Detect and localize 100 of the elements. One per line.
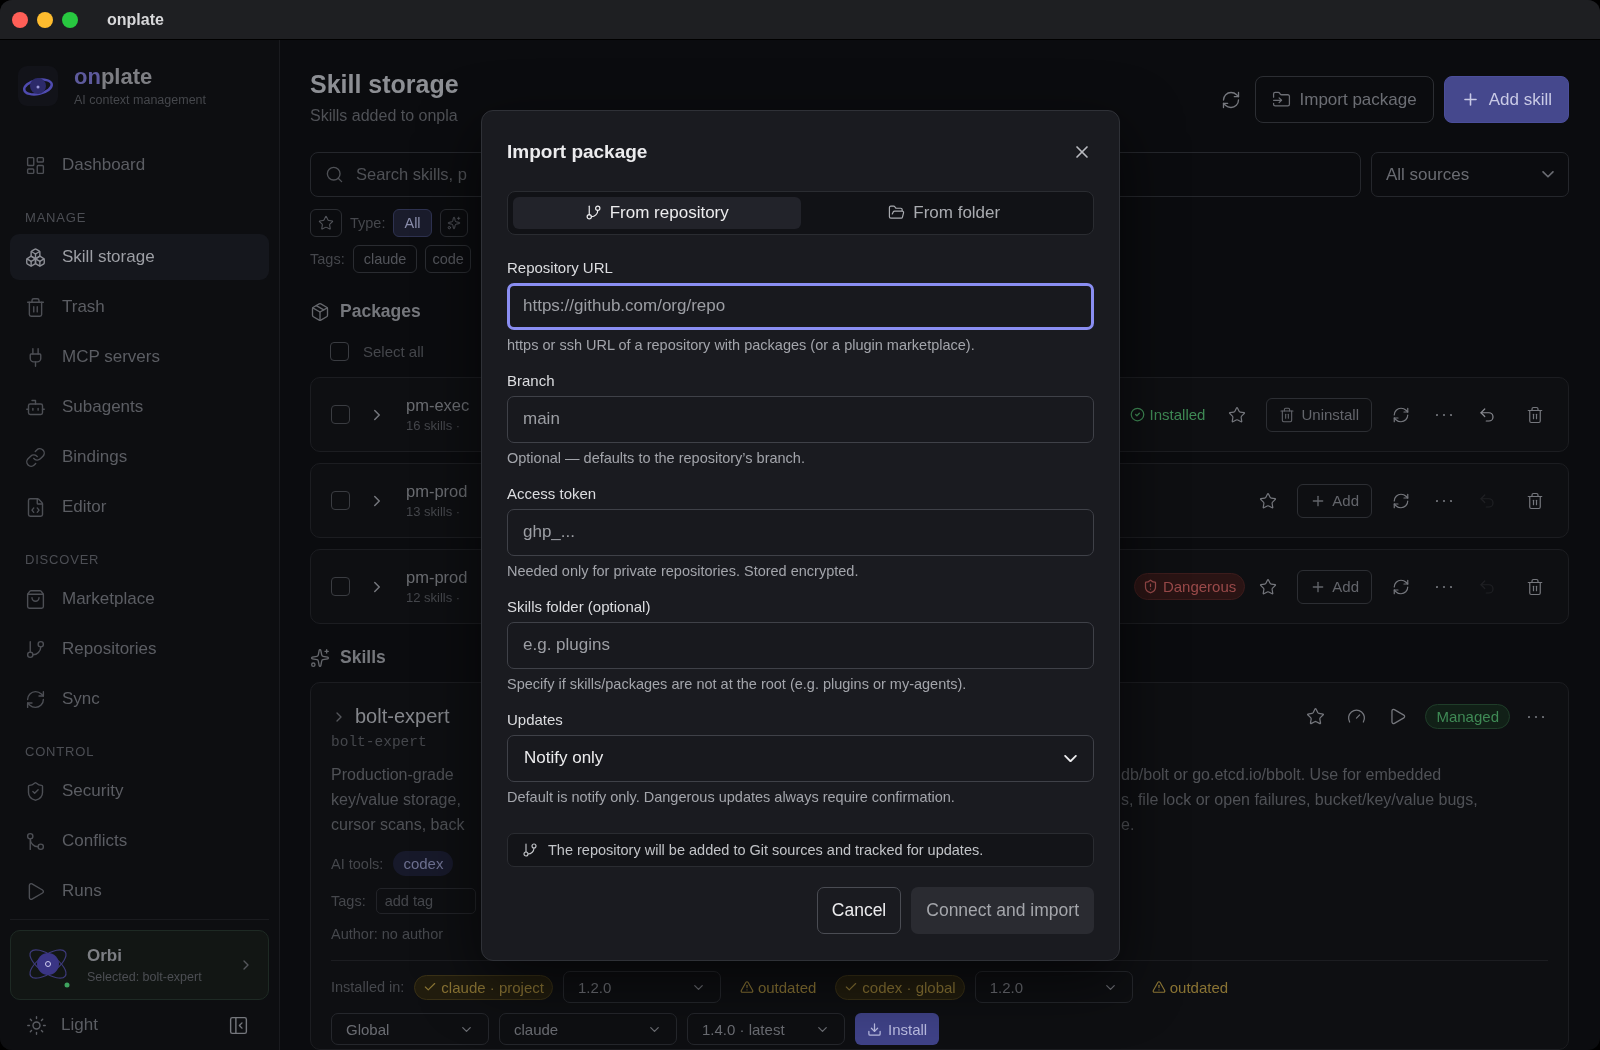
add-tag-field[interactable]: add tag (375, 888, 476, 914)
package-status: Dangerous (1133, 573, 1246, 600)
trash-icon (1526, 491, 1544, 510)
updates-dropdown[interactable]: Notify only (507, 734, 1094, 782)
star-icon (1259, 577, 1278, 596)
tag-filter-chip[interactable]: claude (352, 245, 418, 273)
assistant-card[interactable]: Orbi Selected: bolt-expert (10, 930, 269, 1000)
nav-item[interactable]: Trash (10, 284, 269, 330)
panel-collapse-icon (228, 1014, 249, 1036)
installed-in-label: Installed in: (331, 979, 405, 995)
package-status: Installed (1120, 401, 1215, 428)
branch-icon (522, 841, 538, 858)
skill-name: bolt-expert (355, 705, 450, 728)
field-label: Access token (507, 484, 598, 502)
more-icon (1436, 584, 1452, 589)
scope-dropdown[interactable]: Global (331, 1013, 489, 1045)
more-icon (1528, 714, 1544, 719)
trash-icon (1279, 406, 1296, 423)
theme-toggle[interactable]: Light (26, 1014, 98, 1036)
refresh-icon (1220, 89, 1241, 110)
star-icon (1259, 491, 1278, 510)
type-filter-chip[interactable]: All (393, 209, 432, 237)
version-dropdown[interactable]: 1.2.0 (974, 971, 1133, 1003)
assistant-name: Orbi (87, 946, 123, 966)
add-skill-button[interactable]: Add skill (1443, 76, 1569, 123)
nav-item-icon (25, 446, 46, 468)
cancel-button[interactable]: Cancel (816, 887, 902, 934)
nav-item[interactable]: Security (10, 768, 269, 814)
dialog-title: Import package (507, 141, 648, 163)
nav-item[interactable]: Conflicts (10, 818, 269, 864)
checkbox[interactable] (330, 342, 349, 361)
tab[interactable]: From folder (800, 197, 1088, 229)
import-package-button[interactable]: Import package (1254, 76, 1434, 123)
nav-item-icon (25, 296, 46, 318)
refresh-icon (1392, 491, 1410, 510)
input-field[interactable]: main (507, 395, 1094, 443)
minimize-window-button[interactable] (37, 11, 53, 28)
install-button[interactable]: Install (855, 1013, 940, 1045)
tags-filter-label: Tags: (310, 251, 345, 267)
nav-item[interactable]: Bindings (10, 434, 269, 480)
close-window-button[interactable] (12, 11, 28, 28)
nav-item[interactable]: Sync (10, 676, 269, 722)
nav-item[interactable]: Editor (10, 484, 269, 530)
description-line: key/value storage, (331, 790, 461, 810)
nav-item[interactable]: Marketplace (10, 576, 269, 622)
description-line: db/bolt or go.etcd.io/bbolt. Use for embedded (1121, 765, 1442, 785)
warning-icon (739, 980, 754, 994)
input-field[interactable]: ghp_... (507, 508, 1094, 556)
source-dropdown[interactable]: All sources (1371, 152, 1569, 197)
field-label: Branch (507, 371, 556, 389)
package-name: pm-prod (406, 568, 468, 587)
type-filter-label: Type: (350, 215, 386, 231)
input-field[interactable]: e.g. plugins (507, 621, 1094, 669)
uninstall-button[interactable]: Uninstall (1266, 397, 1372, 432)
select-all-label: Select all (363, 343, 424, 360)
chevron-down-icon (1064, 754, 1077, 762)
nav-item-icon (25, 780, 46, 802)
refresh-icon (1392, 577, 1410, 596)
app-name: onplate (74, 64, 154, 90)
nav-item-icon (25, 588, 46, 610)
nav-item-icon (25, 246, 46, 268)
tag-filter-chip[interactable]: code (425, 245, 471, 273)
warning-icon (1151, 980, 1166, 994)
add-button[interactable]: Add (1297, 569, 1372, 604)
play-icon (1388, 707, 1408, 726)
add-button[interactable]: Add (1297, 483, 1372, 518)
ai-tool-tag: codex (393, 851, 454, 876)
favorites-filter-button[interactable] (310, 209, 342, 237)
field-hint: Needed only for private repositories. Stored encrypted. (507, 562, 860, 579)
nav-item[interactable]: Repositories (10, 626, 269, 672)
field-label: Repository URL (507, 258, 614, 276)
outdated-warning: outdated (1142, 974, 1238, 1000)
nav-item[interactable]: MCP servers (10, 334, 269, 380)
field-hint: Specify if skills/packages are not at the root (e.g. plugins or my-agents). (507, 675, 968, 692)
section-heading: Packages (340, 301, 421, 322)
trash-icon (1526, 405, 1544, 424)
folder-icon (888, 204, 906, 222)
nav-section-heading: CONTROL (24, 742, 96, 761)
version-dropdown[interactable]: 1.2.0 (562, 971, 721, 1003)
nav-item[interactable]: Skill storage (10, 234, 269, 280)
nav-item-icon (25, 154, 46, 176)
more-icon (1436, 412, 1452, 417)
version-dropdown[interactable]: 1.4.0 · latest (687, 1013, 845, 1045)
folder-icon (1271, 90, 1291, 109)
assistant-status: Selected: bolt-expert (87, 970, 203, 984)
skill-slug: bolt-expert (331, 734, 427, 750)
author-text: Author: no author (331, 926, 444, 942)
description-line: cursor scans, back (331, 815, 465, 835)
checkbox[interactable] (331, 405, 350, 424)
maximize-window-button[interactable] (62, 11, 78, 28)
input-field[interactable]: https://github.com/org/repo (507, 282, 1094, 330)
checkbox[interactable] (331, 577, 350, 596)
nav-item[interactable]: Subagents (10, 384, 269, 430)
tool-dropdown[interactable]: claude (499, 1013, 677, 1045)
nav-item[interactable]: Dashboard (10, 142, 269, 188)
nav-item[interactable]: Runs (10, 868, 269, 914)
checkbox[interactable] (331, 491, 350, 510)
more-icon (1436, 498, 1452, 503)
tab[interactable]: From repository (513, 197, 801, 229)
package-name: pm-prod (406, 482, 468, 501)
